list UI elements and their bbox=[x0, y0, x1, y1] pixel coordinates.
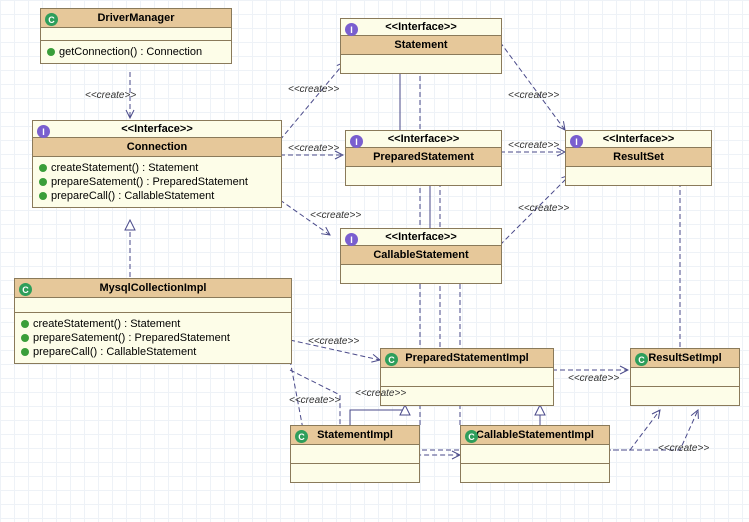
op: prepareCall() : CallableStatement bbox=[33, 346, 196, 358]
class-name: ResultSetImpl bbox=[648, 352, 721, 364]
stereotype: <<Interface>> bbox=[385, 231, 457, 243]
create-label: <<create>> bbox=[310, 210, 361, 221]
create-label: <<create>> bbox=[288, 143, 339, 154]
class-statementimpl[interactable]: C StatementImpl bbox=[290, 425, 420, 483]
op: createStatement() : Statement bbox=[33, 318, 180, 330]
class-icon: C bbox=[635, 353, 648, 366]
op: prepareCall() : CallableStatement bbox=[51, 190, 214, 202]
class-icon: C bbox=[295, 430, 308, 443]
interface-callablestatement[interactable]: I <<Interface>> CallableStatement bbox=[340, 228, 502, 284]
class-icon: C bbox=[465, 430, 478, 443]
op: prepareSatement() : PreparedStatement bbox=[33, 332, 230, 344]
stereotype: <<Interface>> bbox=[603, 133, 675, 145]
interface-resultset[interactable]: I <<Interface>> ResultSet bbox=[565, 130, 712, 186]
create-label: <<create>> bbox=[85, 90, 136, 101]
class-icon: C bbox=[385, 353, 398, 366]
interface-icon: I bbox=[350, 135, 363, 148]
class-name: Statement bbox=[394, 39, 447, 51]
create-label: <<create>> bbox=[508, 90, 559, 101]
create-label: <<create>> bbox=[288, 84, 339, 95]
op: getConnection() : Connection bbox=[59, 46, 202, 58]
stereotype: <<Interface>> bbox=[121, 123, 193, 135]
class-mysqlcollectionimpl[interactable]: C MysqlCollectionImpl createStatement() :… bbox=[14, 278, 292, 364]
stereotype: <<Interface>> bbox=[388, 133, 460, 145]
class-icon: C bbox=[45, 13, 58, 26]
create-label: <<create>> bbox=[508, 140, 559, 151]
interface-connection[interactable]: I <<Interface>> Connection createStatemen… bbox=[32, 120, 282, 208]
class-name: DriverManager bbox=[97, 12, 174, 24]
class-name: StatementImpl bbox=[317, 429, 393, 441]
create-label: <<create>> bbox=[658, 443, 709, 454]
interface-icon: I bbox=[570, 135, 583, 148]
create-label: <<create>> bbox=[518, 203, 569, 214]
create-label: <<create>> bbox=[568, 373, 619, 384]
stereotype: <<Interface>> bbox=[385, 21, 457, 33]
op: createStatement() : Statement bbox=[51, 162, 198, 174]
op: prepareSatement() : PreparedStatement bbox=[51, 176, 248, 188]
class-icon: C bbox=[19, 283, 32, 296]
class-drivermanager[interactable]: C DriverManager getConnection() : Connect… bbox=[40, 8, 232, 64]
class-name: ResultSet bbox=[613, 151, 664, 163]
class-name: PreparedStatementImpl bbox=[405, 352, 528, 364]
class-callablestatementimpl[interactable]: CCallableStatementImpl bbox=[460, 425, 610, 483]
class-name: CallableStatement bbox=[373, 249, 468, 261]
class-resultsetimpl[interactable]: CResultSetImpl bbox=[630, 348, 740, 406]
interface-icon: I bbox=[345, 233, 358, 246]
interface-preparedstatement[interactable]: I <<Interface>> PreparedStatement bbox=[345, 130, 502, 186]
create-label: <<create>> bbox=[289, 395, 340, 406]
create-label: <<create>> bbox=[355, 388, 406, 399]
class-name: MysqlCollectionImpl bbox=[100, 282, 207, 294]
interface-icon: I bbox=[37, 125, 50, 138]
class-name: PreparedStatement bbox=[373, 151, 474, 163]
interface-icon: I bbox=[345, 23, 358, 36]
create-label: <<create>> bbox=[308, 336, 359, 347]
class-name: Connection bbox=[127, 141, 188, 153]
interface-statement[interactable]: I <<Interface>> Statement bbox=[340, 18, 502, 74]
class-name: CallableStatementImpl bbox=[476, 429, 594, 441]
